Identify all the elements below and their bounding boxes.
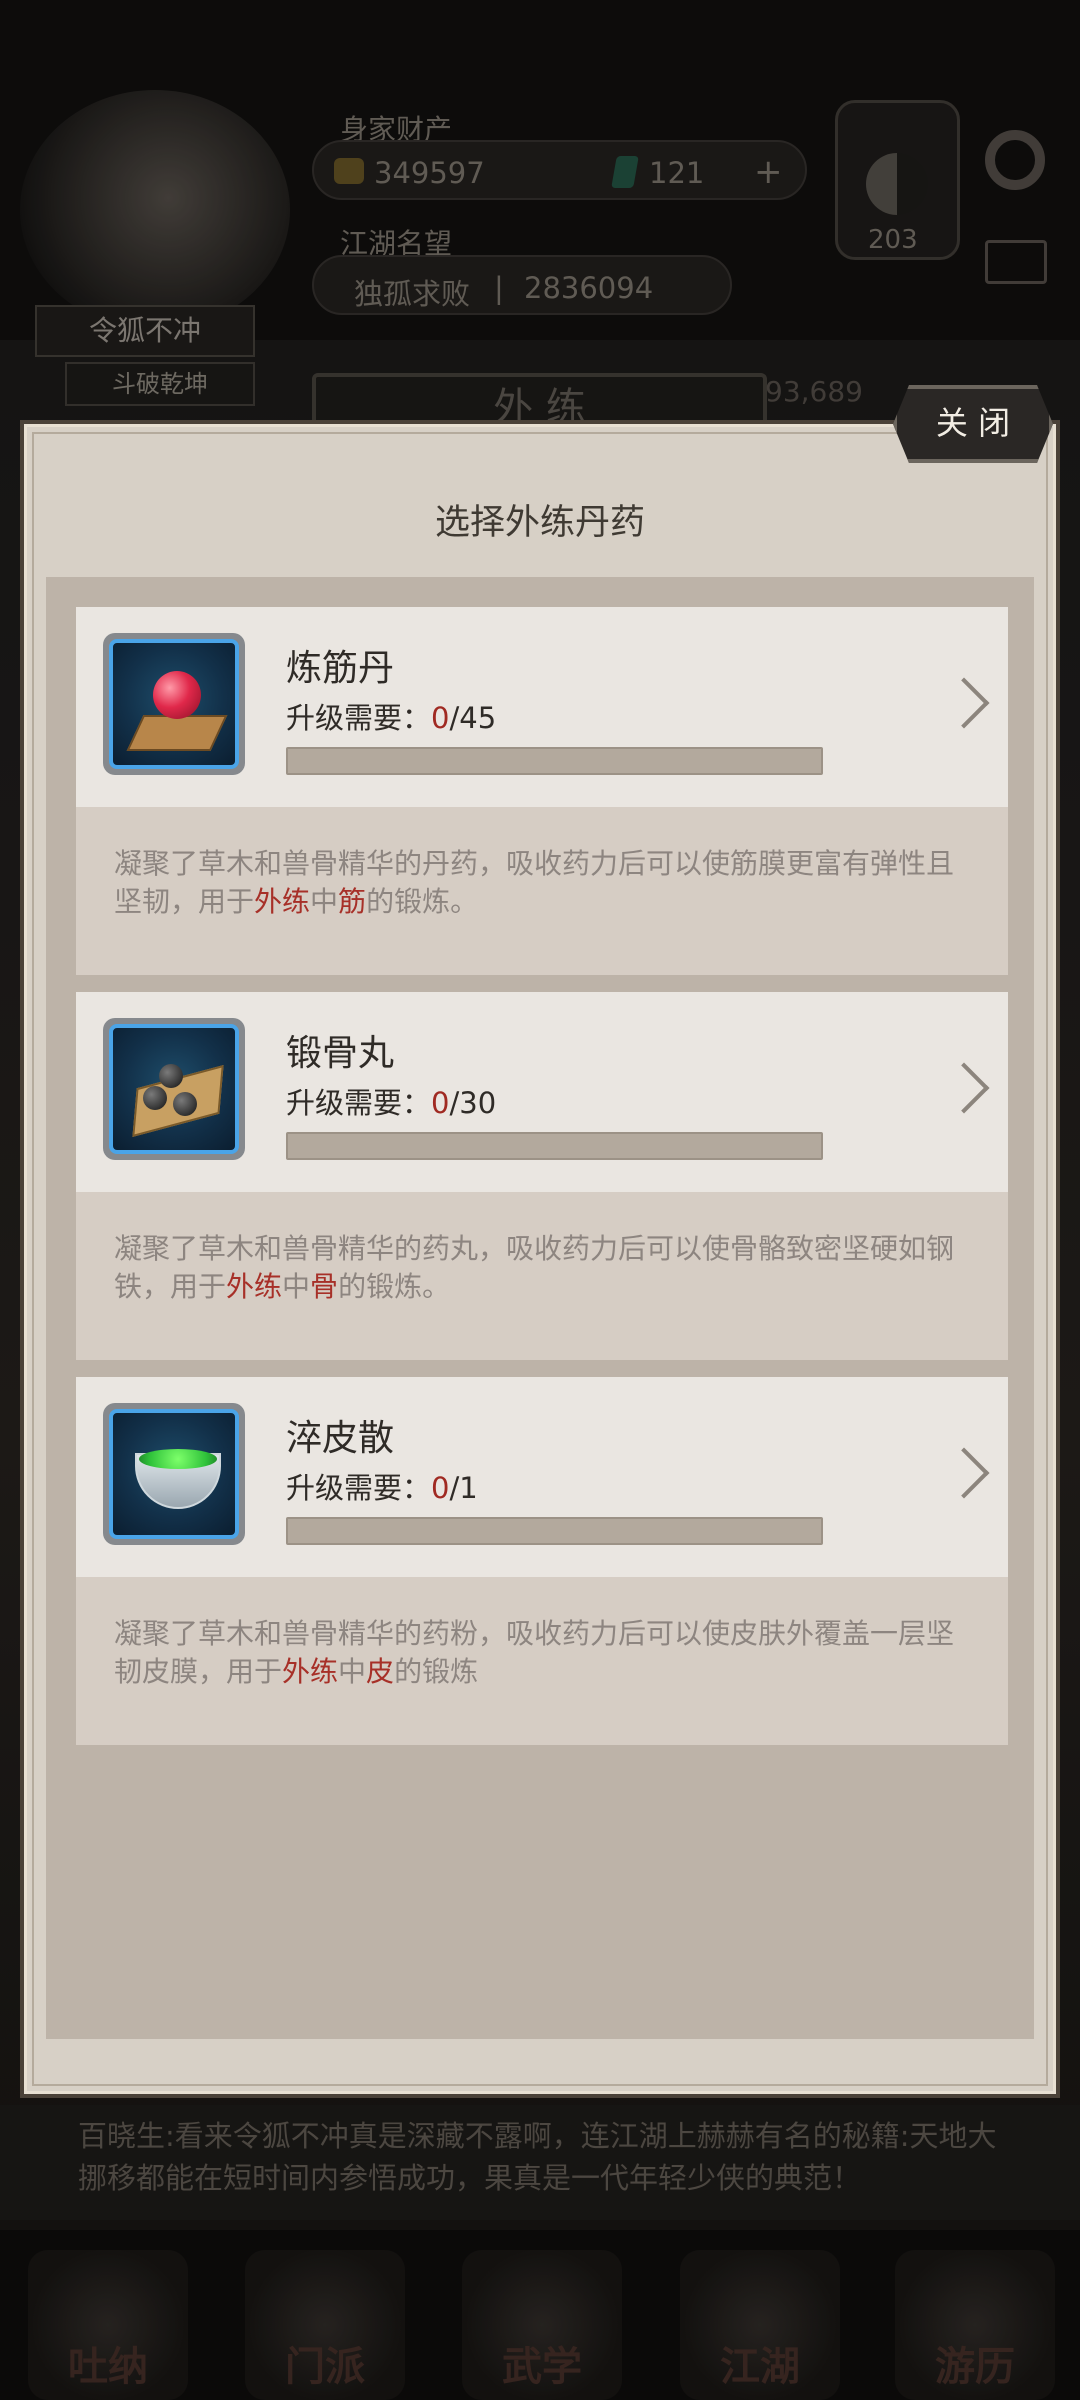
item-header[interactable]: 炼筋丹 升级需要：0/45 [76,607,1008,807]
desc-highlight: 皮 [366,1655,395,1688]
red-pill-icon [109,639,239,769]
req-total: /45 [449,701,497,735]
desc-text: 的锻炼。 [338,1270,451,1303]
desc-highlight: 筋 [338,885,367,918]
item-header[interactable]: 淬皮散 升级需要：0/1 [76,1377,1008,1577]
req-label: 升级需要： [286,701,432,735]
select-pill-dialog: 选择外练丹药 炼筋丹 升级需要：0/45 凝聚了草木和兽骨精华的丹药，吸收药力后… [20,420,1060,2098]
item-icon-frame [103,1018,245,1160]
desc-text: 凝聚了草木和兽骨精华的丹药，吸收药力后可以使筋膜更富有弹性且坚韧，用于 [114,847,955,918]
desc-highlight: 外练 [254,885,311,918]
upgrade-requirement: 升级需要：0/1 [286,1465,478,1507]
desc-text: 的锻炼 [394,1655,479,1688]
progress-bar [286,1132,823,1160]
req-current: 0 [431,1086,450,1120]
desc-highlight: 外练 [282,1655,339,1688]
chevron-right-icon[interactable] [938,1062,990,1114]
item-name: 锻骨丸 [286,1033,395,1074]
item-header[interactable]: 锻骨丸 升级需要：0/30 [76,992,1008,1192]
close-button[interactable]: 关 闭 [893,385,1053,463]
item-description: 凝聚了草木和兽骨精华的药丸，吸收药力后可以使骨骼致密坚硬如钢铁，用于外练中骨的锻… [76,1192,1008,1360]
desc-text: 凝聚了草木和兽骨精华的药粉，吸收药力后可以使皮肤外覆盖一层坚韧皮膜，用于 [114,1617,955,1688]
progress-bar [286,1517,823,1545]
black-pills-icon [109,1024,239,1154]
item-name: 淬皮散 [286,1418,395,1459]
item-icon-frame [103,633,245,775]
upgrade-requirement: 升级需要：0/30 [286,1080,496,1122]
req-label: 升级需要： [286,1471,432,1505]
desc-text: 中 [282,1270,311,1303]
pill-list[interactable]: 炼筋丹 升级需要：0/45 凝聚了草木和兽骨精华的丹药，吸收药力后可以使筋膜更富… [46,577,1034,2039]
item-name: 炼筋丹 [286,648,395,689]
desc-highlight: 骨 [310,1270,339,1303]
desc-highlight: 外练 [226,1270,283,1303]
req-current: 0 [431,701,450,735]
item-icon-frame [103,1403,245,1545]
desc-text: 中 [338,1655,367,1688]
green-powder-bowl-icon [109,1409,239,1539]
desc-text: 中 [310,885,339,918]
chevron-right-icon[interactable] [938,677,990,729]
item-description: 凝聚了草木和兽骨精华的药粉，吸收药力后可以使皮肤外覆盖一层坚韧皮膜，用于外练中皮… [76,1577,1008,1745]
req-total: /30 [449,1086,497,1120]
desc-text: 的锻炼。 [366,885,479,918]
req-current: 0 [431,1471,450,1505]
progress-bar [286,747,823,775]
req-label: 升级需要： [286,1086,432,1120]
req-total: /1 [449,1471,478,1505]
item-description: 凝聚了草木和兽骨精华的丹药，吸收药力后可以使筋膜更富有弹性且坚韧，用于外练中筋的… [76,807,1008,975]
chevron-right-icon[interactable] [938,1447,990,1499]
upgrade-requirement: 升级需要：0/45 [286,695,496,737]
dialog-title: 选择外练丹药 [434,503,645,543]
